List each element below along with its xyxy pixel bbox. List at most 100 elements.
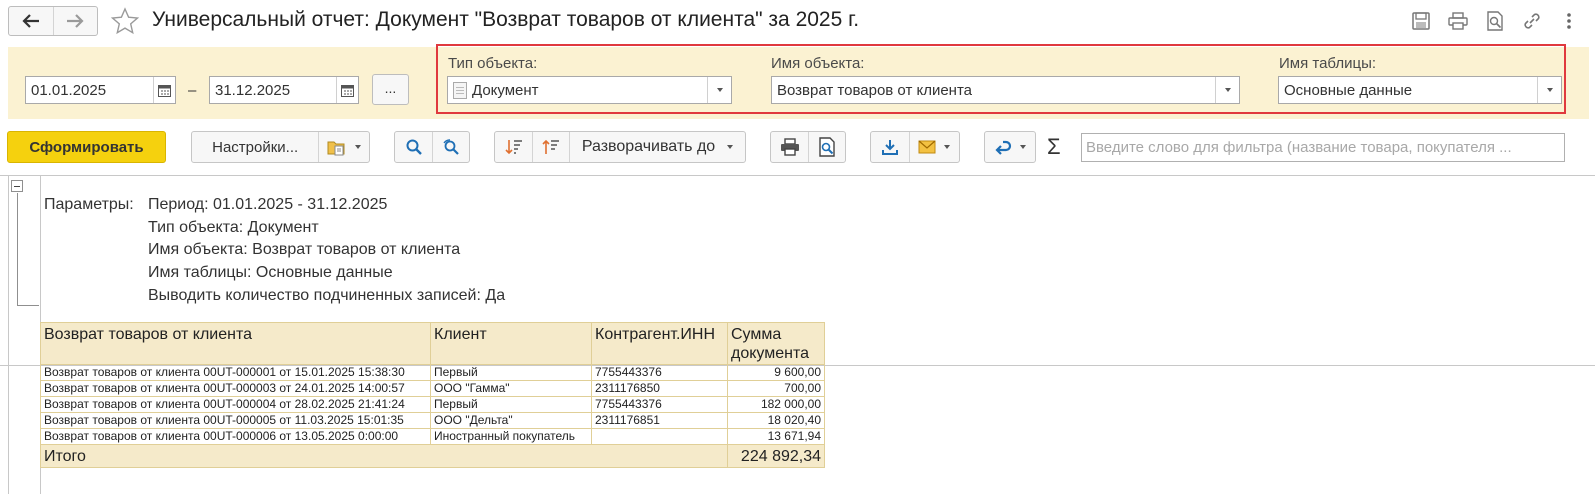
print-preview-button[interactable] [808, 132, 845, 162]
sort-descending-button[interactable] [495, 132, 532, 162]
params-label: Параметры: [44, 196, 134, 213]
search-refresh-icon [443, 139, 460, 155]
inn-cell[interactable]: 2311176851 [591, 412, 728, 429]
sort-descending-icon [504, 140, 522, 155]
table-row[interactable]: Возврат товаров от клиента 00UT-000004 о… [40, 396, 825, 413]
document-cell[interactable]: Возврат товаров от клиента 00UT-000001 о… [40, 364, 431, 381]
inn-cell[interactable]: 2311176850 [591, 380, 728, 397]
param-line: Имя таблицы: Основные данные [148, 264, 393, 281]
sort-ascending-button[interactable] [532, 132, 569, 162]
download-icon [881, 140, 898, 155]
total-value[interactable]: 224 892,34 [727, 444, 825, 468]
page-title: Универсальный отчет: Документ "Возврат т… [152, 8, 860, 31]
export-button-group [870, 131, 960, 163]
document-cell[interactable]: Возврат товаров от клиента 00UT-000006 о… [40, 428, 431, 445]
generate-button[interactable]: Сформировать [7, 131, 166, 163]
period-start-value: 01.01.2025 [31, 81, 107, 99]
document-cell[interactable]: Возврат товаров от клиента 00UT-000005 о… [40, 412, 431, 429]
expand-to-button[interactable]: Разворачивать до [569, 132, 745, 162]
period-end-value: 31.12.2025 [215, 81, 291, 99]
client-cell[interactable]: ООО "Гамма" [430, 380, 592, 397]
column-header: Клиент [430, 322, 592, 365]
chevron-down-icon[interactable] [707, 77, 731, 103]
return-arrow-icon [995, 140, 1012, 155]
send-email-button[interactable] [908, 132, 959, 162]
object-name-label: Имя объекта: [771, 55, 865, 72]
object-type-label: Тип объекта: [448, 55, 538, 72]
calendar-icon[interactable] [153, 77, 175, 103]
param-line: Имя объекта: Возврат товаров от клиента [148, 241, 461, 258]
amount-cell[interactable]: 18 020,40 [727, 412, 825, 429]
table-row[interactable]: Возврат товаров от клиента 00UT-000006 о… [40, 428, 825, 445]
filter-input[interactable]: Введите слово для фильтра (название това… [1081, 133, 1565, 162]
chevron-down-icon[interactable] [1537, 77, 1561, 103]
forward-button[interactable] [52, 7, 98, 35]
document-cell[interactable]: Возврат товаров от клиента 00UT-000003 о… [40, 380, 431, 397]
client-cell[interactable]: Иностранный покупатель [430, 428, 592, 445]
period-start-field[interactable]: 01.01.2025 [25, 76, 176, 104]
table-row[interactable]: Возврат товаров от клиента 00UT-000001 о… [40, 364, 825, 381]
report-table: Возврат товаров от клиента Клиент Контра… [40, 322, 825, 468]
collapse-group-icon[interactable] [11, 180, 23, 192]
settings-button[interactable]: Настройки... [192, 132, 318, 162]
column-header: Возврат товаров от клиента [40, 322, 431, 365]
amount-cell[interactable]: 9 600,00 [727, 364, 825, 381]
client-cell[interactable]: ООО "Дельта" [430, 412, 592, 429]
inn-cell[interactable] [591, 428, 728, 445]
save-to-file-button[interactable] [871, 132, 909, 162]
table-name-select[interactable]: Основные данные [1278, 76, 1562, 104]
inn-cell[interactable]: 7755443376 [591, 364, 728, 381]
object-type-select[interactable]: Документ [447, 76, 732, 104]
folder-icon [327, 141, 345, 156]
amount-cell[interactable]: 13 671,94 [727, 428, 825, 445]
link-icon[interactable] [1520, 9, 1544, 33]
table-name-label: Имя таблицы: [1279, 55, 1377, 72]
amount-cell[interactable]: 182 000,00 [727, 396, 825, 413]
preview-icon[interactable] [1483, 9, 1507, 33]
sort-ascending-icon [542, 139, 559, 154]
print-preview-icon [819, 137, 835, 157]
report-area: Параметры: Период: 01.01.2025 - 31.12.20… [0, 175, 1595, 494]
search-icon [406, 139, 422, 155]
actions-button[interactable] [984, 131, 1036, 163]
variants-button[interactable] [318, 132, 369, 162]
total-label: Итого [40, 444, 728, 468]
grouping-button-group: Разворачивать до [494, 131, 746, 163]
favorite-star-icon[interactable] [110, 7, 140, 35]
expand-to-label: Разворачивать до [581, 138, 716, 155]
param-line: Тип объекта: Документ [148, 219, 319, 236]
search-next-button[interactable] [432, 132, 469, 162]
title-bar: Универсальный отчет: Документ "Возврат т… [0, 0, 1595, 42]
amount-cell[interactable]: 700,00 [727, 380, 825, 397]
object-type-value: Документ [472, 81, 539, 99]
total-row: Итого 224 892,34 [40, 444, 825, 468]
period-select-button[interactable]: ... [372, 74, 409, 105]
table-row[interactable]: Возврат товаров от клиента 00UT-000005 о… [40, 412, 825, 429]
document-cell[interactable]: Возврат товаров от клиента 00UT-000004 о… [40, 396, 431, 413]
chevron-down-icon[interactable] [1215, 77, 1239, 103]
table-header-row: Возврат товаров от клиента Клиент Контра… [40, 322, 825, 365]
client-cell[interactable]: Первый [430, 364, 592, 381]
save-icon[interactable] [1409, 9, 1433, 33]
document-icon [453, 81, 467, 99]
search-button[interactable] [395, 132, 432, 162]
table-row[interactable]: Возврат товаров от клиента 00UT-000003 о… [40, 380, 825, 397]
calendar-icon[interactable] [336, 77, 358, 103]
column-header: Сумма документа [727, 322, 825, 365]
param-line: Период: 01.01.2025 - 31.12.2025 [148, 196, 388, 213]
period-end-field[interactable]: 31.12.2025 [209, 76, 359, 104]
search-button-group [394, 131, 470, 163]
print-icon[interactable] [1446, 9, 1470, 33]
gutter-line [8, 176, 9, 494]
back-button[interactable] [9, 7, 53, 35]
sum-icon[interactable]: Σ [1047, 134, 1061, 160]
more-vertical-icon[interactable] [1557, 9, 1581, 33]
envelope-icon [918, 140, 936, 154]
client-cell[interactable]: Первый [430, 396, 592, 413]
print-button[interactable] [771, 132, 808, 162]
column-header: Контрагент.ИНН [591, 322, 728, 365]
inn-cell[interactable]: 7755443376 [591, 396, 728, 413]
object-name-select[interactable]: Возврат товаров от клиента [771, 76, 1240, 104]
param-line: Выводить количество подчиненных записей:… [148, 287, 506, 304]
table-name-value: Основные данные [1284, 81, 1413, 99]
